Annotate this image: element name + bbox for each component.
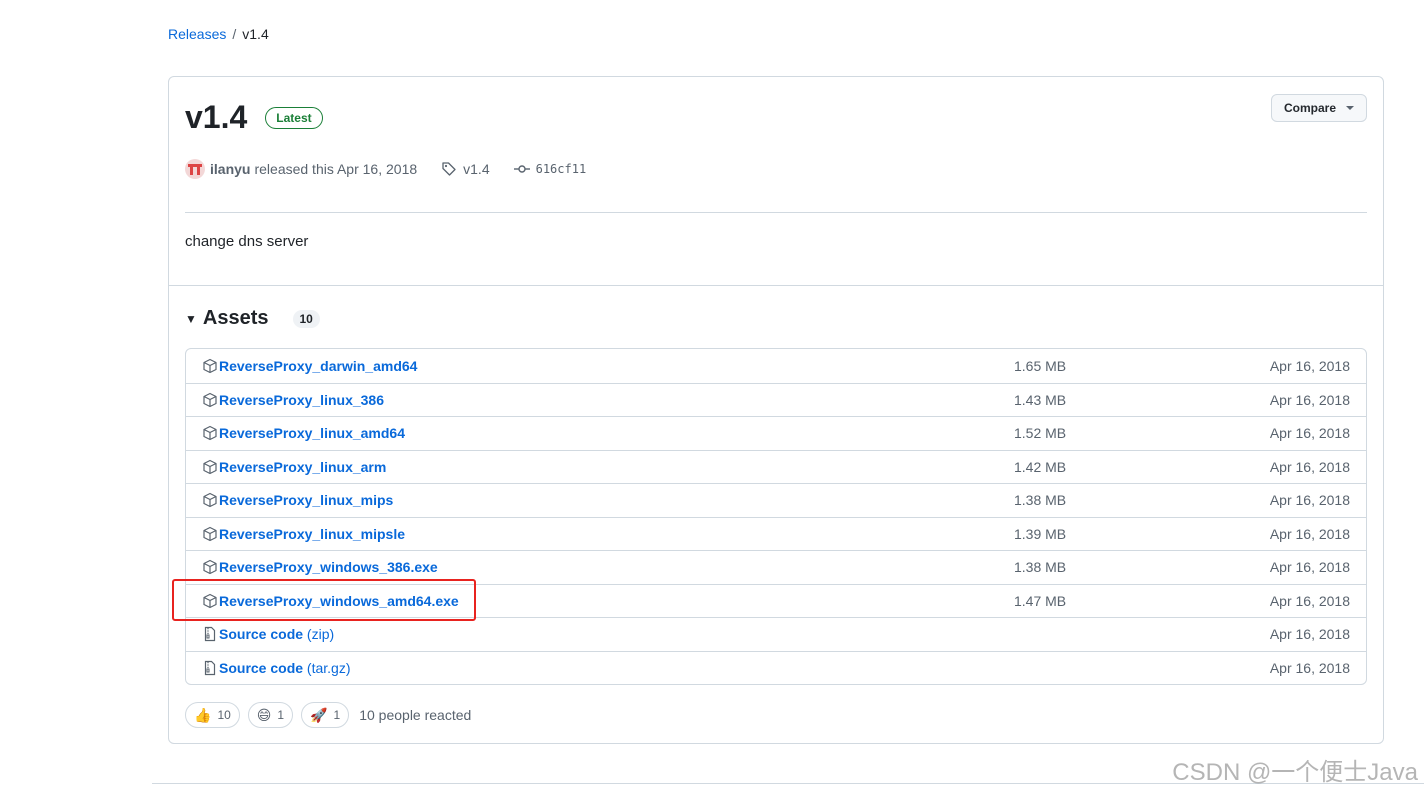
tag-link[interactable]: v1.4 (441, 161, 490, 177)
asset-date: Apr 16, 2018 (1269, 659, 1350, 676)
tag-label: v1.4 (463, 161, 490, 177)
asset-link[interactable]: ReverseProxy_linux_mips (219, 492, 393, 508)
git-commit-icon (513, 165, 530, 173)
asset-size: 1.52 MB (1014, 425, 1067, 442)
reaction-count: 10 (217, 708, 231, 722)
smile-icon: 😄 (256, 707, 272, 723)
asset-link[interactable]: Source code (tar.gz) (219, 660, 351, 676)
asset-size: 1.39 MB (1014, 525, 1067, 542)
asset-row: ReverseProxy_linux_386 1.43 MB Apr 16, 201… (186, 382, 1366, 417)
asset-date: Apr 16, 2018 (1269, 425, 1350, 442)
asset-name: Source code (219, 626, 304, 643)
avatar[interactable] (185, 159, 205, 179)
asset-date: Apr 16, 2018 (1269, 357, 1350, 374)
asset-row: Source code (tar.gz) Apr 16, 2018 (186, 650, 1366, 685)
avatar-image (188, 164, 202, 175)
reaction-button[interactable]: 🚀 1 (301, 702, 350, 728)
file-zip-icon (204, 660, 216, 675)
package-icon (203, 392, 217, 407)
asset-name: ReverseProxy_darwin_amd64 (219, 357, 418, 374)
reactions-summary: 10 people reacted (359, 707, 472, 723)
package-icon (203, 560, 217, 575)
divider (169, 285, 1383, 286)
asset-date: Apr 16, 2018 (1269, 492, 1350, 509)
asset-link[interactable]: ReverseProxy_linux_arm (219, 459, 386, 475)
commit-hash: 616cf11 (535, 162, 587, 176)
release-notes: change dns server (185, 233, 309, 250)
asset-name: ReverseProxy_linux_mipsle (219, 525, 405, 542)
asset-date: Apr 16, 2018 (1269, 525, 1350, 542)
assets-counter: 10 (292, 309, 320, 328)
asset-date: Apr 16, 2018 (1269, 626, 1350, 643)
asset-date: Apr 16, 2018 (1269, 391, 1350, 408)
asset-name: ReverseProxy_windows_386.exe (219, 559, 438, 576)
tag-icon (442, 162, 456, 176)
package-icon (203, 493, 217, 508)
latest-badge: Latest (265, 106, 323, 129)
asset-name: ReverseProxy_linux_amd64 (219, 425, 405, 442)
asset-name: ReverseProxy_linux_arm (219, 458, 387, 475)
compare-label: Compare (1283, 101, 1336, 115)
asset-size: 1.38 MB (1014, 559, 1067, 576)
asset-size: 1.43 MB (1014, 391, 1067, 408)
released-text: released this Apr 16, 2018 (254, 161, 418, 177)
breadcrumb: Releases / v1.4 (168, 26, 269, 42)
asset-row: ReverseProxy_darwin_amd64 1.65 MB Apr 16, … (186, 349, 1366, 383)
commit-link[interactable]: 616cf11 (513, 161, 587, 177)
asset-size: 1.47 MB (1014, 592, 1067, 609)
release-title[interactable]: v1.4 (185, 99, 247, 136)
asset-row: Source code (zip) Apr 16, 2018 (186, 617, 1366, 651)
breadcrumb-releases-link[interactable]: Releases (168, 26, 226, 42)
assets-toggle[interactable]: ▼ Assets 10 (185, 307, 320, 330)
author-link[interactable]: ilanyu (210, 161, 250, 177)
asset-link[interactable]: ReverseProxy_windows_386.exe (219, 559, 438, 575)
package-icon (203, 358, 217, 373)
assets-list: ReverseProxy_darwin_amd64 1.65 MB Apr 16, … (185, 348, 1367, 685)
breadcrumb-current: v1.4 (242, 26, 269, 42)
triangle-down-icon: ▼ (185, 311, 197, 326)
package-icon (203, 426, 217, 441)
reaction-count: 1 (333, 708, 341, 722)
release-meta: ilanyu released this Apr 16, 2018 v1.4 6… (185, 159, 586, 179)
asset-row: ReverseProxy_linux_mipsle 1.39 MB Apr 16, … (186, 516, 1366, 551)
file-zip-icon (204, 627, 216, 642)
asset-row: ReverseProxy_linux_arm 1.42 MB Apr 16, 201… (186, 449, 1366, 484)
divider (185, 212, 1367, 213)
rocket-icon: 🚀 (310, 707, 328, 723)
package-icon (203, 459, 217, 474)
assets-heading: Assets (202, 307, 269, 329)
reactions-bar: 👍 10 😄 1 🚀 1 10 people reacted (185, 702, 471, 728)
asset-size: 1.42 MB (1014, 458, 1067, 475)
asset-link[interactable]: ReverseProxy_linux_386 (219, 392, 384, 408)
asset-size: 1.65 MB (1014, 357, 1067, 374)
asset-date: Apr 16, 2018 (1269, 559, 1350, 576)
reaction-count: 1 (277, 708, 285, 722)
asset-link[interactable]: ReverseProxy_linux_mipsle (219, 526, 405, 542)
asset-ext: (tar.gz) (306, 659, 351, 676)
reaction-button[interactable]: 👍 10 (185, 702, 240, 728)
reaction-button[interactable]: 😄 1 (247, 702, 294, 728)
asset-link[interactable]: ReverseProxy_darwin_amd64 (219, 358, 417, 374)
asset-name: Source code (219, 659, 304, 676)
package-icon (203, 526, 217, 541)
asset-date: Apr 16, 2018 (1269, 592, 1350, 609)
compare-button[interactable]: Compare (1270, 94, 1367, 122)
highlight-box (172, 579, 476, 621)
thumbs-up-icon: 👍 (194, 707, 212, 723)
breadcrumb-separator: / (232, 26, 237, 42)
chevron-down-icon (1346, 106, 1354, 110)
asset-link[interactable]: Source code (zip) (219, 626, 334, 642)
asset-date: Apr 16, 2018 (1269, 458, 1350, 475)
asset-link[interactable]: ReverseProxy_linux_amd64 (219, 425, 405, 441)
asset-name: ReverseProxy_linux_mips (219, 492, 394, 509)
release-header: v1.4 Latest (185, 99, 323, 136)
asset-row: ReverseProxy_linux_mips 1.38 MB Apr 16, 20… (186, 483, 1366, 517)
watermark: CSDN @一个便士Java (1172, 759, 1418, 786)
asset-size: 1.38 MB (1014, 492, 1067, 509)
asset-ext: (zip) (306, 626, 335, 643)
asset-row: ReverseProxy_linux_amd64 1.52 MB Apr 16, 2… (186, 416, 1366, 450)
release-card: v1.4 Latest Compare ilanyu released this… (168, 76, 1384, 744)
asset-name: ReverseProxy_linux_386 (219, 391, 384, 408)
